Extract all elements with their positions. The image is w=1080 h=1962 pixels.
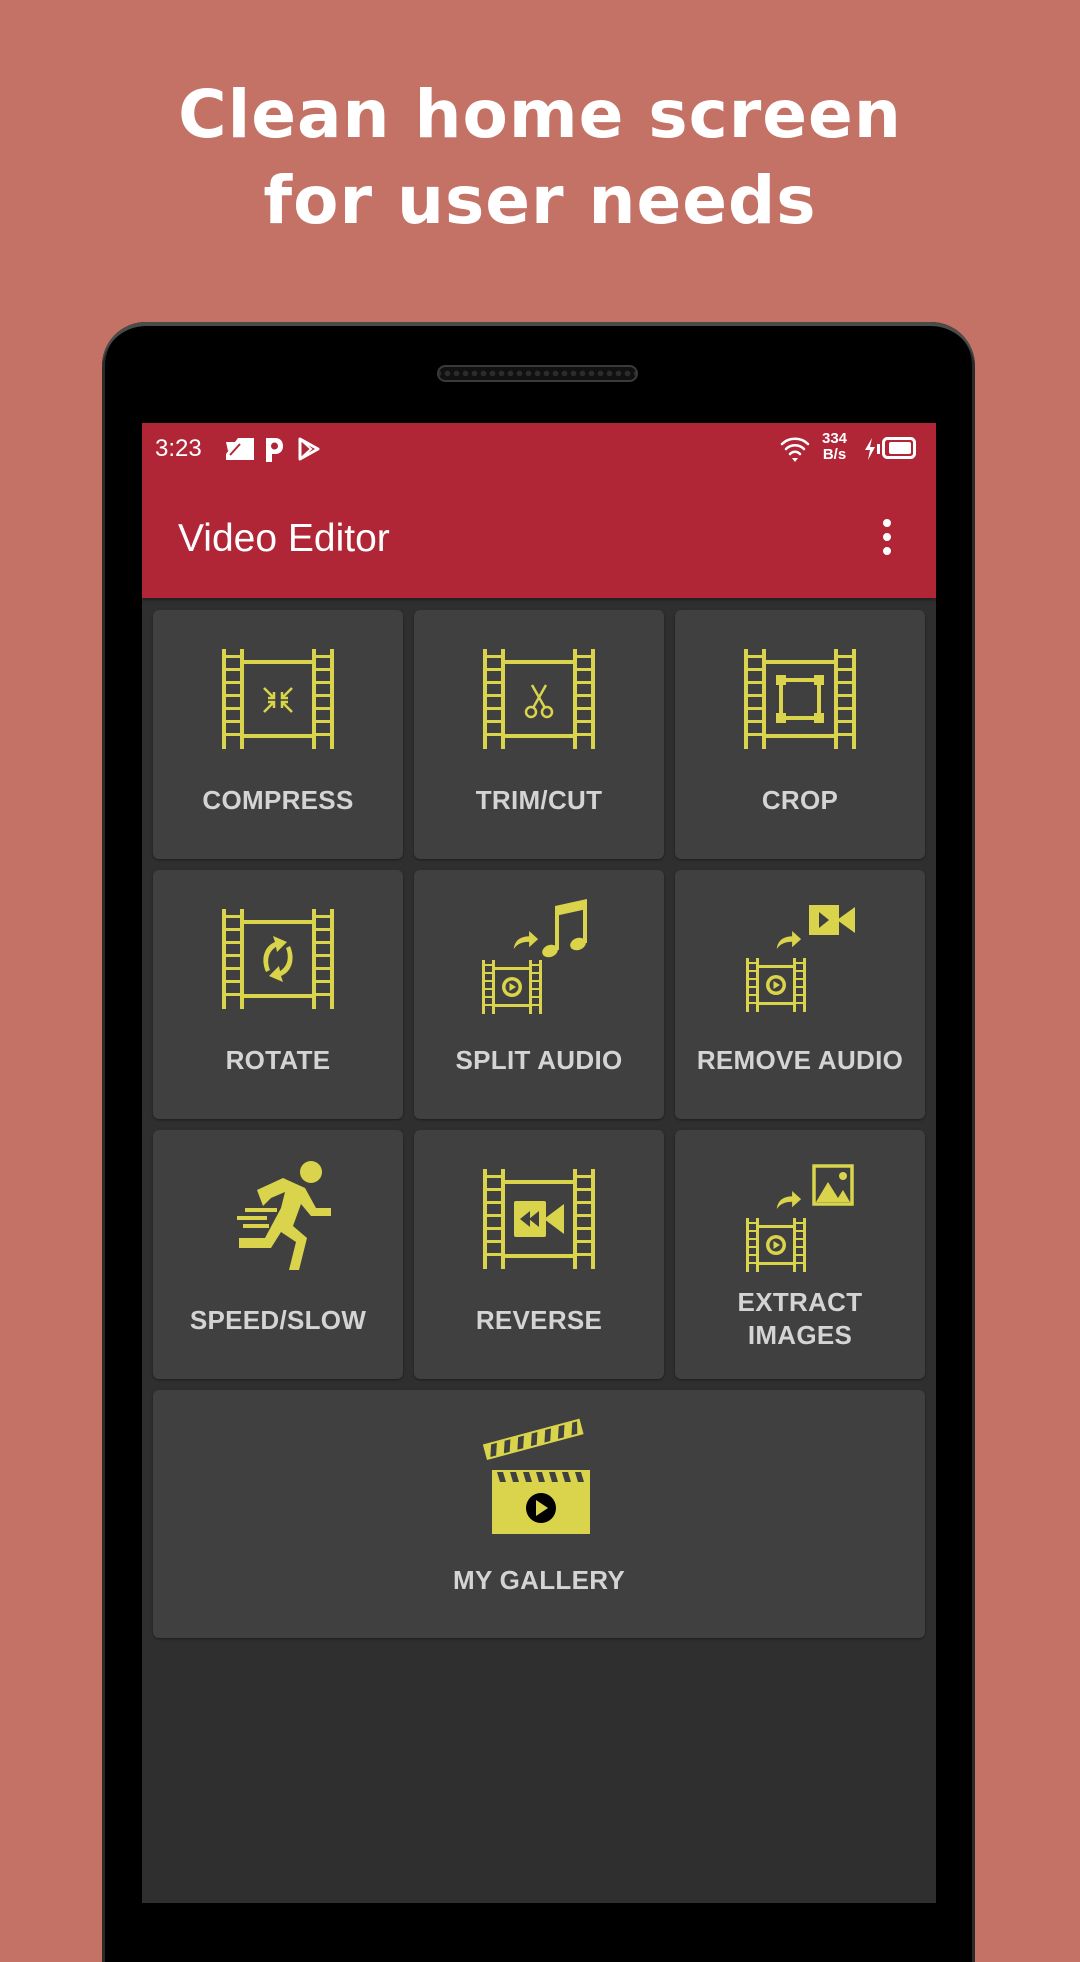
tool-crop[interactable]: CROP <box>675 610 925 859</box>
rotate-video-icon <box>222 909 334 1009</box>
network-speed-value: 334 <box>822 430 848 447</box>
more-vert-icon-dot <box>883 547 891 555</box>
more-vert-icon-dot <box>883 533 891 541</box>
tool-trim[interactable]: TRIM/CUT <box>414 610 664 859</box>
status-time: 3:23 <box>155 435 202 462</box>
clapperboard-icon <box>482 1418 590 1534</box>
speaker-grille <box>437 365 638 382</box>
running-person-icon <box>237 1161 331 1270</box>
network-speed: 334 B/s <box>822 431 847 463</box>
tool-label: SPLIT AUDIO <box>455 1045 623 1075</box>
extract-images-icon <box>746 1164 854 1272</box>
tool-label-line2: IMAGES <box>747 1320 853 1350</box>
crop-video-icon <box>744 649 856 749</box>
parking-icon <box>266 438 283 462</box>
network-speed-unit: B/s <box>822 446 847 463</box>
tool-rotate[interactable]: ROTATE <box>153 870 403 1119</box>
promo-headline: Clean home screen for user needs <box>0 72 1080 244</box>
tool-label: CROP <box>761 785 839 815</box>
tool-label-line1: EXTRACT <box>737 1287 863 1317</box>
tool-label: TRIM/CUT <box>475 785 603 815</box>
tool-remove-audio[interactable]: REMOVE AUDIO <box>675 870 925 1119</box>
promo-headline-line2: for user needs <box>263 162 817 239</box>
play-store-icon <box>298 437 320 461</box>
promo-headline-line1: Clean home screen <box>178 76 902 153</box>
tool-label: REVERSE <box>475 1305 603 1335</box>
trim-video-icon <box>483 649 595 749</box>
tool-extract-images[interactable]: EXTRACT IMAGES <box>675 1130 925 1379</box>
tool-label: SPEED/SLOW <box>189 1305 367 1335</box>
app-screen: 3:23 334 B/s Video Editor COMPRESS TRIM/… <box>142 423 936 1903</box>
tool-label: MY GALLERY <box>452 1565 625 1595</box>
split-audio-icon <box>482 899 587 1014</box>
wifi-icon <box>780 437 810 462</box>
tool-speed[interactable]: SPEED/SLOW <box>153 1130 403 1379</box>
remove-audio-icon <box>746 905 855 1012</box>
tool-label: REMOVE AUDIO <box>696 1045 904 1075</box>
charging-icon <box>865 438 880 460</box>
battery-icon <box>882 437 916 459</box>
message-icon <box>226 438 254 460</box>
compress-video-icon <box>222 649 334 749</box>
my-gallery-button[interactable]: MY GALLERY <box>153 1390 925 1638</box>
app-title: Video Editor <box>178 517 390 560</box>
tool-label: ROTATE <box>225 1045 331 1075</box>
more-vert-icon <box>883 519 891 527</box>
tool-split-audio[interactable]: SPLIT AUDIO <box>414 870 664 1119</box>
tool-reverse[interactable]: REVERSE <box>414 1130 664 1379</box>
status-bar: 3:23 334 B/s <box>142 423 936 475</box>
tool-compress[interactable]: COMPRESS <box>153 610 403 859</box>
more-options-button[interactable] <box>872 517 902 561</box>
app-bar: Video Editor <box>142 475 936 598</box>
reverse-video-icon <box>483 1169 595 1269</box>
tool-label: COMPRESS <box>202 785 354 815</box>
